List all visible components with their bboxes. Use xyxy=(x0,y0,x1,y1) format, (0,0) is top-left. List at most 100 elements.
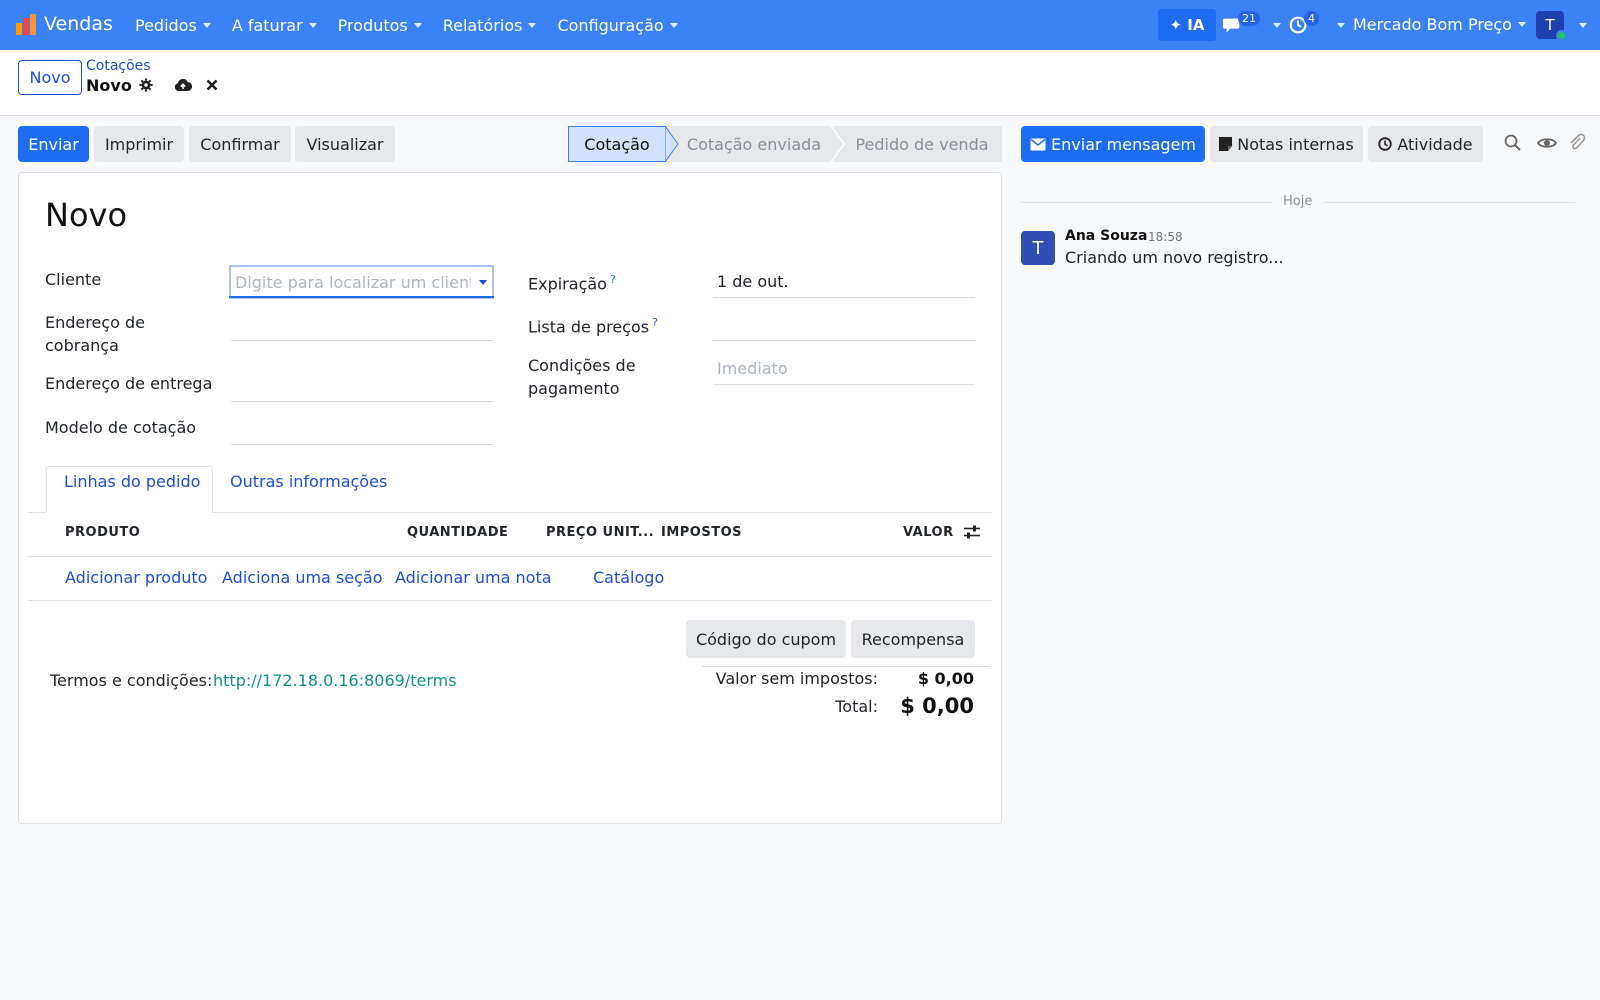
send-button[interactable]: Enviar xyxy=(18,126,89,162)
menu-produtos[interactable]: Produtos xyxy=(338,16,422,35)
sales-app-icon[interactable] xyxy=(14,13,38,37)
paperclip-icon[interactable] xyxy=(1568,133,1586,153)
column-header-taxes[interactable]: IMPOSTOS xyxy=(661,525,742,540)
expiration-field-line xyxy=(713,297,975,298)
add-section-link[interactable]: Adiciona uma seção xyxy=(222,568,383,587)
record-title: Novo xyxy=(45,196,128,234)
chevron-down-icon[interactable] xyxy=(1273,23,1281,28)
customer-label: Cliente xyxy=(45,270,102,289)
main-menu: Pedidos A faturar Produtos Relatórios Co… xyxy=(135,0,699,50)
company-switcher[interactable]: Mercado Bom Preço xyxy=(1353,15,1526,34)
print-button[interactable]: Imprimir xyxy=(94,126,184,162)
chevron-down-icon xyxy=(669,22,678,28)
chevron-down-icon xyxy=(308,22,317,28)
payment-terms-field[interactable]: Imediato xyxy=(717,359,788,378)
tab-order-lines[interactable]: Linhas do pedido xyxy=(64,472,200,491)
message-body: Criando um novo registro... xyxy=(1065,248,1284,267)
menu-configuracao[interactable]: Configuração xyxy=(557,15,678,35)
envelope-icon xyxy=(1030,138,1046,150)
chevron-down-icon[interactable] xyxy=(1337,23,1345,28)
company-name: Mercado Bom Preço xyxy=(1353,15,1512,34)
quotation-template-field[interactable] xyxy=(231,444,493,445)
chevron-down-icon[interactable] xyxy=(479,280,487,285)
pricelist-field[interactable] xyxy=(713,340,975,341)
date-divider-right xyxy=(1323,202,1575,203)
table-bottom-divider xyxy=(28,600,992,601)
preview-button[interactable]: Visualizar xyxy=(295,126,395,162)
activities-badge: 4 xyxy=(1304,11,1319,26)
control-panel: Novo Cotações Novo xyxy=(0,50,1600,116)
online-status-dot xyxy=(1556,30,1567,41)
status-cotacao[interactable]: Cotação xyxy=(568,126,666,162)
add-product-link[interactable]: Adicionar produto xyxy=(65,568,207,587)
chevron-down-icon xyxy=(413,22,422,28)
chevron-down-icon[interactable] xyxy=(1579,23,1587,28)
top-navbar: Vendas Pedidos A faturar Produtos Relató… xyxy=(0,0,1600,50)
payment-terms-field-line xyxy=(713,384,975,385)
message-author[interactable]: Ana Souza xyxy=(1065,228,1147,244)
app-name[interactable]: Vendas xyxy=(44,13,113,35)
send-message-button[interactable]: Enviar mensagem xyxy=(1021,126,1205,162)
breadcrumb-current: Novo xyxy=(86,76,132,95)
status-pedido-de-venda[interactable]: Pedido de venda xyxy=(832,126,1002,162)
message-time: 18:58 xyxy=(1148,230,1183,244)
breadcrumb-parent[interactable]: Cotações xyxy=(86,58,151,74)
total-value: $ 0,00 xyxy=(900,694,974,718)
invoice-address-field[interactable] xyxy=(231,340,493,341)
gear-icon[interactable] xyxy=(139,78,153,92)
new-button[interactable]: Novo xyxy=(18,60,82,95)
untaxed-amount-label: Valor sem impostos: xyxy=(715,669,878,688)
status-arrow xyxy=(831,126,845,162)
menu-relatorios[interactable]: Relatórios xyxy=(443,16,537,35)
invoice-address-label: Endereço de cobrança xyxy=(45,313,145,355)
customer-input[interactable] xyxy=(235,270,471,294)
messages-badge: 21 xyxy=(1238,11,1260,26)
log-note-button[interactable]: Notas internas xyxy=(1210,126,1363,162)
eye-icon[interactable] xyxy=(1537,133,1557,153)
expiration-label: Expiração? xyxy=(528,268,616,295)
optional-columns-icon[interactable] xyxy=(963,524,981,540)
activity-button[interactable]: Atividade xyxy=(1368,126,1483,162)
column-header-amount[interactable]: VALOR xyxy=(903,525,954,540)
column-header-product[interactable]: PRODUTO xyxy=(65,525,140,540)
ai-button[interactable]: ✦ IA xyxy=(1158,9,1216,41)
menu-label: Configuração xyxy=(557,15,664,35)
confirm-button[interactable]: Confirmar xyxy=(189,126,291,162)
coupon-code-button[interactable]: Código do cupom xyxy=(686,620,846,658)
save-cloud-icon[interactable] xyxy=(174,77,192,93)
delivery-address-field[interactable] xyxy=(231,401,493,402)
expiration-value[interactable]: 1 de out. xyxy=(717,272,789,291)
activity-label: Atividade xyxy=(1397,134,1473,154)
date-separator: Hoje xyxy=(1283,194,1313,209)
chevron-down-icon xyxy=(528,22,537,28)
add-note-link[interactable]: Adicionar uma nota xyxy=(395,568,552,587)
pricelist-label: Lista de preços? xyxy=(528,311,658,338)
menu-label: A faturar xyxy=(231,15,303,35)
catalog-link[interactable]: Catálogo xyxy=(593,568,664,587)
pricelist-label-text: Lista de preços xyxy=(528,317,650,337)
tab-other-info[interactable]: Outras informações xyxy=(230,472,387,491)
delivery-address-label: Endereço de entrega xyxy=(45,374,213,393)
terms-link[interactable]: http://172.18.0.16:8069/terms xyxy=(213,671,457,690)
menu-label: Produtos xyxy=(337,15,408,35)
search-icon[interactable] xyxy=(1503,133,1523,153)
send-message-label: Enviar mensagem xyxy=(1051,134,1196,154)
status-bar: Cotação Cotação enviada Pedido de venda xyxy=(568,126,1002,162)
help-icon[interactable]: ? xyxy=(652,316,658,329)
total-label: Total: xyxy=(835,697,878,716)
menu-label: Relatórios xyxy=(442,15,523,35)
close-icon[interactable] xyxy=(206,79,218,91)
untaxed-amount-value: $ 0,00 xyxy=(917,669,974,688)
avatar[interactable]: T xyxy=(1021,231,1055,265)
status-cotacao-enviada[interactable]: Cotação enviada xyxy=(666,126,832,162)
status-arrow xyxy=(665,126,679,162)
help-icon[interactable]: ? xyxy=(610,273,616,286)
column-header-quantity[interactable]: QUANTIDADE xyxy=(407,525,508,540)
menu-pedidos[interactable]: Pedidos xyxy=(135,16,211,35)
menu-label: Pedidos xyxy=(135,15,197,35)
customer-field[interactable] xyxy=(229,265,494,299)
menu-a-faturar[interactable]: A faturar xyxy=(232,16,317,35)
clock-icon xyxy=(1378,137,1393,151)
column-header-unit-price[interactable]: PREÇO UNIT... xyxy=(546,525,654,540)
reward-button[interactable]: Recompensa xyxy=(851,620,975,658)
